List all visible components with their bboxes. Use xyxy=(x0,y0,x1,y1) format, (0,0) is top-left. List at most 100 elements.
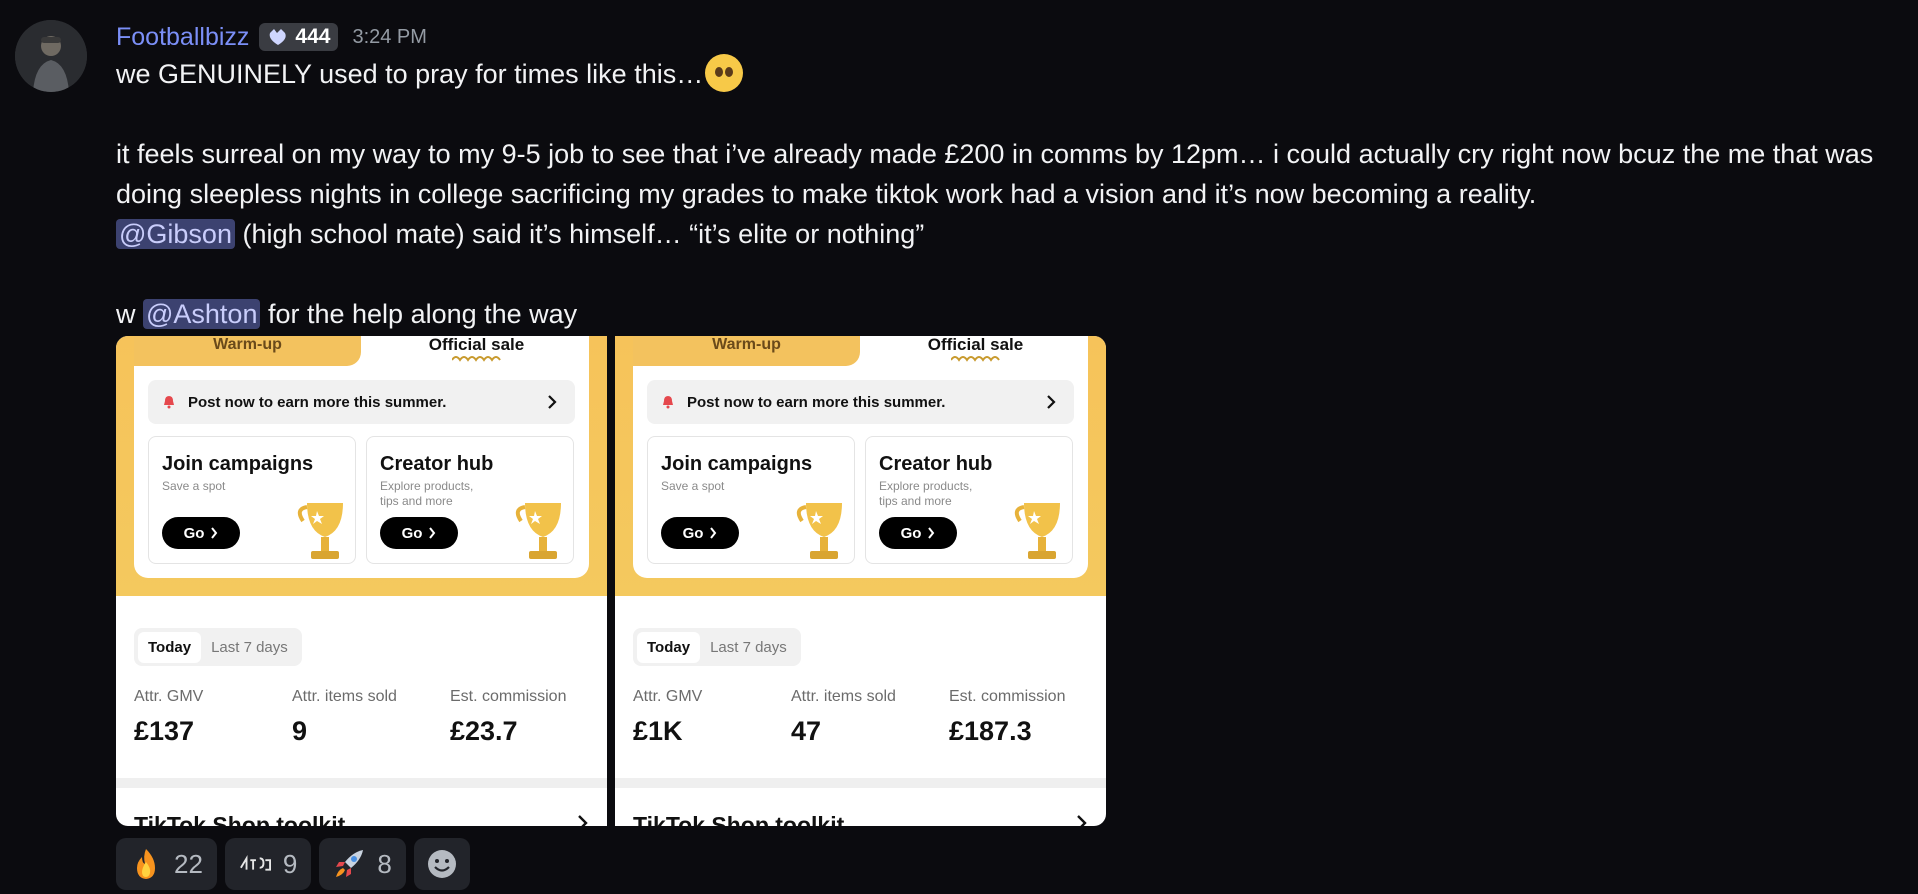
add-reaction-smiley-icon xyxy=(426,848,458,880)
tab-warm-up: Warm-up xyxy=(633,336,860,366)
badge-count: 444 xyxy=(295,25,331,48)
go-button: Go xyxy=(879,517,957,549)
go-button: Go xyxy=(380,517,458,549)
banner-text: Post now to earn more this summer. xyxy=(687,393,946,411)
chevron-right-icon xyxy=(429,527,436,539)
message-line-2: it feels surreal on my way to my 9-5 job… xyxy=(116,139,1874,169)
join-campaigns-tile: Join campaigns Save a spot Go xyxy=(647,436,855,564)
bell-icon xyxy=(164,396,174,409)
custom-emoji-icon xyxy=(239,848,271,880)
message-text: for the help along the way xyxy=(260,299,578,329)
section-divider xyxy=(615,778,1106,788)
attachment-image-1[interactable]: Warm-up Official sale Post now to earn m… xyxy=(116,336,607,826)
go-label: Go xyxy=(401,524,423,542)
promo-card: Warm-up Official sale Post now to earn m… xyxy=(134,336,589,578)
bell-icon xyxy=(663,396,673,409)
stat-value: £187.3 xyxy=(949,716,1032,746)
message-text: we GENUINELY used to pray for times like… xyxy=(116,59,704,89)
username[interactable]: Footballbizz xyxy=(116,23,249,52)
trophy-icon xyxy=(796,503,842,559)
tab-official-sale: Official sale xyxy=(364,336,589,366)
stat-label: Attr. GMV xyxy=(633,688,703,705)
reaction-count: 9 xyxy=(282,848,298,879)
squiggle-underline-icon xyxy=(452,356,501,362)
tile-title: Creator hub xyxy=(879,453,993,475)
stat-gmv: Attr. GMV £1K xyxy=(633,688,702,747)
stat-items-sold: Attr. items sold 9 xyxy=(292,688,397,747)
stat-value: £23.7 xyxy=(450,716,518,746)
mention-ashton[interactable]: @Ashton xyxy=(143,299,261,329)
stat-value: £1K xyxy=(633,716,683,746)
mention-gibson[interactable]: @Gibson xyxy=(116,219,235,249)
stat-label: Attr. items sold xyxy=(292,688,397,705)
period-today: Today xyxy=(637,631,701,663)
stat-label: Attr. GMV xyxy=(134,688,204,705)
tile-subtitle: Explore products, tips and more xyxy=(879,479,973,508)
trophy-icon xyxy=(297,503,343,559)
timestamp[interactable]: 3:24 PM xyxy=(352,26,426,49)
tile-subtitle: Save a spot xyxy=(162,479,226,493)
join-campaigns-tile: Join campaigns Save a spot Go xyxy=(148,436,356,564)
period-toggle: Today Last 7 days xyxy=(134,628,302,666)
reaction-fire[interactable]: 22 xyxy=(116,838,217,890)
creator-hub-tile: Creator hub Explore products, tips and m… xyxy=(865,436,1073,564)
stat-items-sold: Attr. items sold 47 xyxy=(791,688,896,747)
stat-label: Attr. items sold xyxy=(791,688,896,705)
chevron-right-icon xyxy=(548,395,557,409)
message-line-1: we GENUINELY used to pray for times like… xyxy=(116,53,744,95)
stat-value: 9 xyxy=(292,716,308,746)
notification-banner: Post now to earn more this summer. xyxy=(647,380,1074,424)
period-last-7-days: Last 7 days xyxy=(710,638,787,656)
tile-title: Creator hub xyxy=(380,453,494,475)
trophy-icon xyxy=(515,503,561,559)
go-button: Go xyxy=(162,517,240,549)
tile-title: Join campaigns xyxy=(162,453,314,475)
go-button: Go xyxy=(661,517,739,549)
tile-subtitle: Save a spot xyxy=(661,479,725,493)
notification-banner: Post now to earn more this summer. xyxy=(148,380,575,424)
message-line-5: w @Ashton for the help along the way xyxy=(116,294,577,334)
pleading-face-emoji-icon xyxy=(705,53,744,92)
stat-gmv: Attr. GMV £137 xyxy=(134,688,203,747)
message-text: w xyxy=(116,299,143,329)
guild-tag-icon xyxy=(270,29,287,45)
go-label: Go xyxy=(900,524,922,542)
period-toggle: Today Last 7 days xyxy=(633,628,801,666)
chevron-right-icon xyxy=(710,527,717,539)
go-label: Go xyxy=(183,524,205,542)
message-line-3: doing sleepless nights in college sacrif… xyxy=(116,179,1537,209)
message-line-4: @Gibson (high school mate) said it’s him… xyxy=(116,214,924,254)
period-last-7-days: Last 7 days xyxy=(211,638,288,656)
chevron-right-icon xyxy=(1077,815,1087,826)
stat-commission: Est. commission £23.7 xyxy=(450,688,566,747)
reaction-count: 8 xyxy=(377,848,392,879)
stat-label: Est. commission xyxy=(450,688,567,705)
trophy-icon xyxy=(1014,503,1060,559)
go-label: Go xyxy=(682,524,704,542)
banner-text: Post now to earn more this summer. xyxy=(188,393,447,411)
stat-label: Est. commission xyxy=(949,688,1066,705)
stat-commission: Est. commission £187.3 xyxy=(949,688,1065,747)
message-text: (high school mate) said it’s himself… “i… xyxy=(234,219,925,249)
period-today: Today xyxy=(138,631,202,663)
chevron-right-icon xyxy=(211,527,218,539)
creator-hub-tile: Creator hub Explore products, tips and m… xyxy=(366,436,574,564)
toolkit-heading: TikTok Shop toolkit xyxy=(134,812,346,826)
reaction-custom[interactable]: 9 xyxy=(224,838,312,890)
stat-value: £137 xyxy=(134,716,195,746)
squiggle-underline-icon xyxy=(951,356,1000,362)
toolkit-heading: TikTok Shop toolkit xyxy=(633,812,845,826)
chevron-right-icon xyxy=(928,527,935,539)
tab-official-sale: Official sale xyxy=(863,336,1088,366)
reaction-rocket[interactable]: 8 xyxy=(319,838,406,890)
user-badge[interactable]: 444 xyxy=(259,23,339,51)
reactions-bar: 22 9 8 xyxy=(116,838,470,890)
avatar[interactable] xyxy=(15,20,87,92)
tab-label: Official sale xyxy=(428,336,525,354)
chevron-right-icon xyxy=(1047,395,1056,409)
add-reaction-button[interactable] xyxy=(413,838,470,890)
tab-warm-up: Warm-up xyxy=(134,336,361,366)
attachment-image-2[interactable]: Warm-up Official sale Post now to earn m… xyxy=(615,336,1106,826)
chevron-right-icon xyxy=(578,815,588,826)
message-header: Footballbizz 444 3:24 PM xyxy=(116,20,427,54)
